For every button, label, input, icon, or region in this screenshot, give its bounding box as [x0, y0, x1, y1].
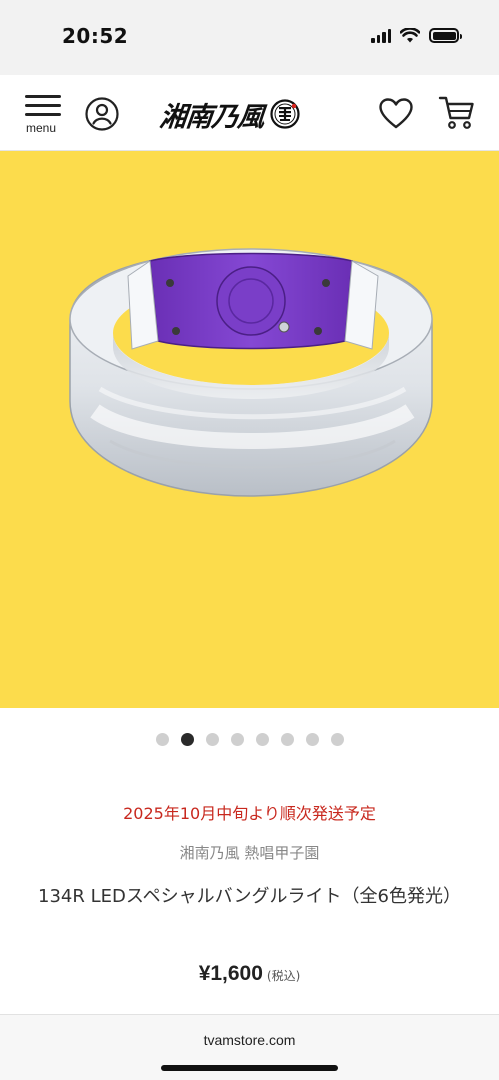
cart-icon	[438, 96, 474, 129]
url-text: tvamstore.com	[203, 1032, 296, 1048]
pagination-dot[interactable]	[280, 733, 294, 746]
pagination-dot[interactable]	[180, 733, 194, 746]
pagination-dot[interactable]	[330, 733, 344, 746]
account-icon	[85, 97, 119, 131]
pagination-dot[interactable]	[305, 733, 319, 746]
pagination-dot[interactable]	[155, 733, 169, 746]
pagination-dot[interactable]	[230, 733, 244, 746]
favorites-button[interactable]	[378, 97, 414, 131]
status-icons	[371, 28, 462, 43]
product-image[interactable]	[0, 151, 499, 708]
home-indicator[interactable]	[161, 1065, 338, 1071]
wifi-icon	[400, 28, 420, 43]
status-time: 20:52	[62, 24, 129, 48]
site-header: menu 湘南乃風	[0, 75, 499, 151]
menu-label: menu	[26, 121, 57, 135]
product-title: 134R LEDスペシャルバングルライト（全6色発光）	[38, 886, 461, 907]
logo-emblem-icon	[270, 99, 300, 129]
cart-button[interactable]	[438, 94, 476, 132]
battery-icon	[429, 28, 462, 43]
led-bangle-illustration	[69, 248, 433, 497]
pagination-dot[interactable]	[255, 733, 269, 746]
product-category[interactable]: 湘南乃風 熱唱甲子園	[0, 842, 499, 863]
heart-icon	[379, 98, 413, 129]
pagination-dot[interactable]	[205, 733, 219, 746]
gallery-pagination	[0, 733, 499, 746]
menu-button[interactable]: menu	[24, 95, 62, 137]
account-button[interactable]	[84, 96, 120, 132]
logo-text: 湘南乃風	[158, 101, 266, 133]
price-row: ¥1,600 (税込)	[0, 962, 499, 986]
browser-address-bar[interactable]: tvamstore.com	[0, 1014, 499, 1080]
product-price: ¥1,600	[198, 962, 263, 985]
cellular-signal-icon	[371, 28, 391, 43]
tax-label: (税込)	[266, 969, 301, 983]
site-logo[interactable]: 湘南乃風	[158, 92, 300, 136]
shipping-note: 2025年10月中旬より順次発送予定	[123, 804, 376, 823]
status-bar: 20:52	[0, 0, 499, 75]
